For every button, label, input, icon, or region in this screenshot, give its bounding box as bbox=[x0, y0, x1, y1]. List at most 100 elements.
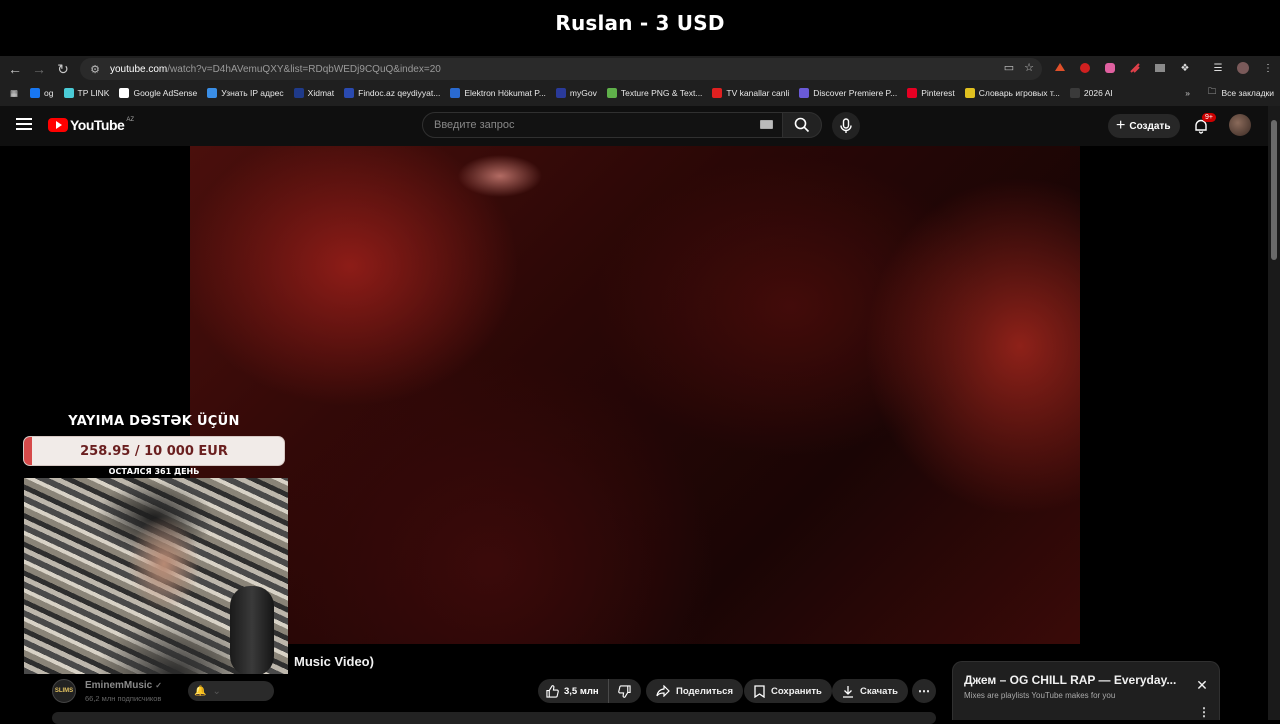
donation-days-left: ОСТАЛСЯ 361 ДЕНЬ bbox=[108, 467, 200, 476]
donation-goal-title: YAYIMA DƏSTƏK ÜÇÜN bbox=[68, 414, 240, 429]
media-control-icon[interactable]: ☰ bbox=[1210, 60, 1226, 76]
youtube-logo[interactable]: YouTube AZ bbox=[48, 117, 134, 133]
voice-search-button[interactable] bbox=[832, 112, 860, 140]
browser-menu-icon[interactable]: ⋮ bbox=[1260, 60, 1276, 76]
extension-2-icon[interactable] bbox=[1077, 60, 1093, 76]
bookmark-favicon-icon bbox=[450, 88, 461, 98]
back-icon[interactable]: ← bbox=[3, 57, 27, 81]
bookmark-star-icon[interactable]: ☆ bbox=[1024, 61, 1034, 74]
extension-4-icon[interactable] bbox=[1127, 60, 1143, 76]
description-box[interactable] bbox=[52, 712, 936, 724]
profile-icon[interactable] bbox=[1235, 60, 1251, 76]
channel-avatar[interactable]: SLIMS bbox=[52, 679, 76, 703]
bookmark-item[interactable]: Elektron Hökumat P... bbox=[446, 83, 552, 103]
keyboard-icon[interactable] bbox=[760, 120, 773, 129]
microphone-icon bbox=[840, 118, 852, 133]
account-avatar[interactable] bbox=[1229, 114, 1251, 136]
bookmark-item[interactable]: Texture PNG & Text... bbox=[603, 83, 709, 103]
download-action: Скачать bbox=[832, 679, 908, 703]
page-scrollbar[interactable] bbox=[1268, 106, 1280, 720]
video-player[interactable] bbox=[190, 146, 1080, 644]
stream-title: Ruslan - 3 USD bbox=[555, 11, 725, 35]
more-horizontal-icon: ⋯ bbox=[918, 684, 930, 698]
bookmark-item[interactable]: Словарь игровых т... bbox=[961, 83, 1066, 103]
bell-icon: 🔔 bbox=[194, 685, 207, 697]
extension-1-icon[interactable] bbox=[1052, 60, 1068, 76]
menu-icon[interactable] bbox=[16, 116, 32, 132]
notifications-badge: 9+ bbox=[1202, 113, 1216, 122]
install-app-icon[interactable]: ▭ bbox=[1004, 61, 1014, 74]
bookmark-favicon-icon bbox=[207, 88, 218, 98]
thumbs-up-icon bbox=[546, 684, 559, 698]
bookmark-item[interactable]: Discover Premiere P... bbox=[795, 83, 903, 103]
close-icon[interactable]: ✕ bbox=[1195, 677, 1209, 693]
bookmarks-list: og TP LINK Google AdSense Узнать IP адрес Xi… bbox=[26, 83, 1119, 103]
bookmark-item[interactable]: Pinterest bbox=[903, 83, 961, 103]
verified-check-icon: ✓ bbox=[155, 681, 162, 690]
extension-2-shape bbox=[1080, 63, 1090, 73]
bookmark-favicon-icon bbox=[344, 88, 355, 98]
bookmark-item[interactable]: og bbox=[26, 83, 59, 103]
streamer-microphone bbox=[230, 586, 274, 674]
bookmark-item[interactable]: Findoc.az qeydiyyat... bbox=[340, 83, 446, 103]
apps-grid-icon[interactable]: ▦ bbox=[6, 83, 26, 103]
bookmark-item[interactable]: Узнать IP адрес bbox=[203, 83, 289, 103]
channel-name[interactable]: EminemMusic ✓ bbox=[85, 680, 162, 691]
more-actions-button[interactable]: ⋯ bbox=[912, 679, 936, 703]
dislike-button[interactable] bbox=[609, 679, 641, 703]
stream-title-bar: Ruslan - 3 USD bbox=[0, 0, 1280, 46]
download-button[interactable]: Скачать bbox=[832, 679, 908, 703]
extensions-bar: ❖ ☰ ⋮ bbox=[1052, 60, 1276, 76]
extensions-puzzle-icon[interactable]: ❖ bbox=[1177, 60, 1193, 76]
extension-1-shape bbox=[1055, 63, 1065, 71]
download-label: Скачать bbox=[860, 685, 898, 697]
save-label: Сохранить bbox=[771, 685, 822, 697]
extension-5-icon[interactable] bbox=[1152, 60, 1168, 76]
site-settings-icon[interactable]: ⚙ bbox=[88, 62, 102, 76]
notifications-button[interactable]: 9+ bbox=[1190, 113, 1216, 137]
forward-icon[interactable]: → bbox=[27, 57, 51, 81]
bookmark-label: myGov bbox=[569, 88, 597, 98]
subscriber-count: 66,2 млн подписчиков bbox=[85, 694, 162, 703]
all-bookmarks-link[interactable]: Все закладки bbox=[1221, 88, 1274, 98]
bookmark-item[interactable]: Xidmat bbox=[290, 83, 340, 103]
bookmark-item[interactable]: TP LINK bbox=[60, 83, 116, 103]
mix-playlist-card[interactable]: Джем – OG CHILL RAP — Everyday... Mixes … bbox=[952, 661, 1220, 720]
like-dislike-group: 3,5 млн bbox=[538, 679, 641, 703]
url-host: youtube.com bbox=[110, 63, 168, 75]
mix-subtitle: Mixes are playlists YouTube makes for yo… bbox=[964, 691, 1116, 700]
search-placeholder: Введите запрос bbox=[434, 119, 515, 131]
donation-amount: 258.95 / 10 000 EUR bbox=[80, 443, 228, 459]
extension-3-icon[interactable] bbox=[1102, 60, 1118, 76]
bookmark-item[interactable]: myGov bbox=[552, 83, 603, 103]
share-button[interactable]: Поделиться bbox=[646, 679, 744, 703]
bookmark-label: Узнать IP адрес bbox=[221, 88, 284, 98]
bookmark-item[interactable]: Google AdSense bbox=[115, 83, 203, 103]
subscription-notifications-button[interactable]: 🔔 ⌄ bbox=[188, 681, 274, 701]
bookmark-label: Elektron Hökumat P... bbox=[464, 88, 546, 98]
scrollbar-thumb[interactable] bbox=[1271, 120, 1277, 260]
create-button[interactable]: + Создать bbox=[1108, 114, 1181, 138]
address-bar[interactable]: ⚙ youtube.com/watch?v=D4hAVemuQXY&list=R… bbox=[80, 58, 1042, 80]
mix-title[interactable]: Джем – OG CHILL RAP — Everyday... bbox=[964, 673, 1184, 687]
bookmark-label: 2026 AI bbox=[1083, 88, 1113, 98]
bookmark-label: Pinterest bbox=[921, 88, 955, 98]
more-vertical-icon[interactable]: ⋮ bbox=[1198, 706, 1210, 718]
save-button[interactable]: Сохранить bbox=[744, 679, 832, 703]
bookmark-label: Texture PNG & Text... bbox=[620, 88, 703, 98]
like-button[interactable]: 3,5 млн bbox=[538, 679, 609, 703]
url-text[interactable]: youtube.com/watch?v=D4hAVemuQXY&list=RDq… bbox=[110, 64, 441, 75]
webcam-feed bbox=[24, 478, 288, 674]
bookmark-favicon-icon bbox=[606, 88, 617, 98]
bookmark-item[interactable]: 2026 AI bbox=[1066, 83, 1119, 103]
bookmark-favicon-icon bbox=[555, 88, 566, 98]
youtube-play-icon bbox=[48, 118, 68, 132]
search-input[interactable]: Введите запрос bbox=[422, 112, 784, 138]
more-bookmarks-icon[interactable]: » bbox=[1185, 88, 1190, 98]
bookmark-item[interactable]: TV kanallar canli bbox=[708, 83, 795, 103]
video-title: Music Video) bbox=[294, 654, 374, 669]
bookmarks-right: » 🗀 Все закладки bbox=[1185, 83, 1274, 103]
bookmark-favicon-icon bbox=[293, 88, 304, 98]
search-button[interactable] bbox=[782, 112, 822, 138]
reload-icon[interactable]: ↻ bbox=[51, 57, 75, 81]
